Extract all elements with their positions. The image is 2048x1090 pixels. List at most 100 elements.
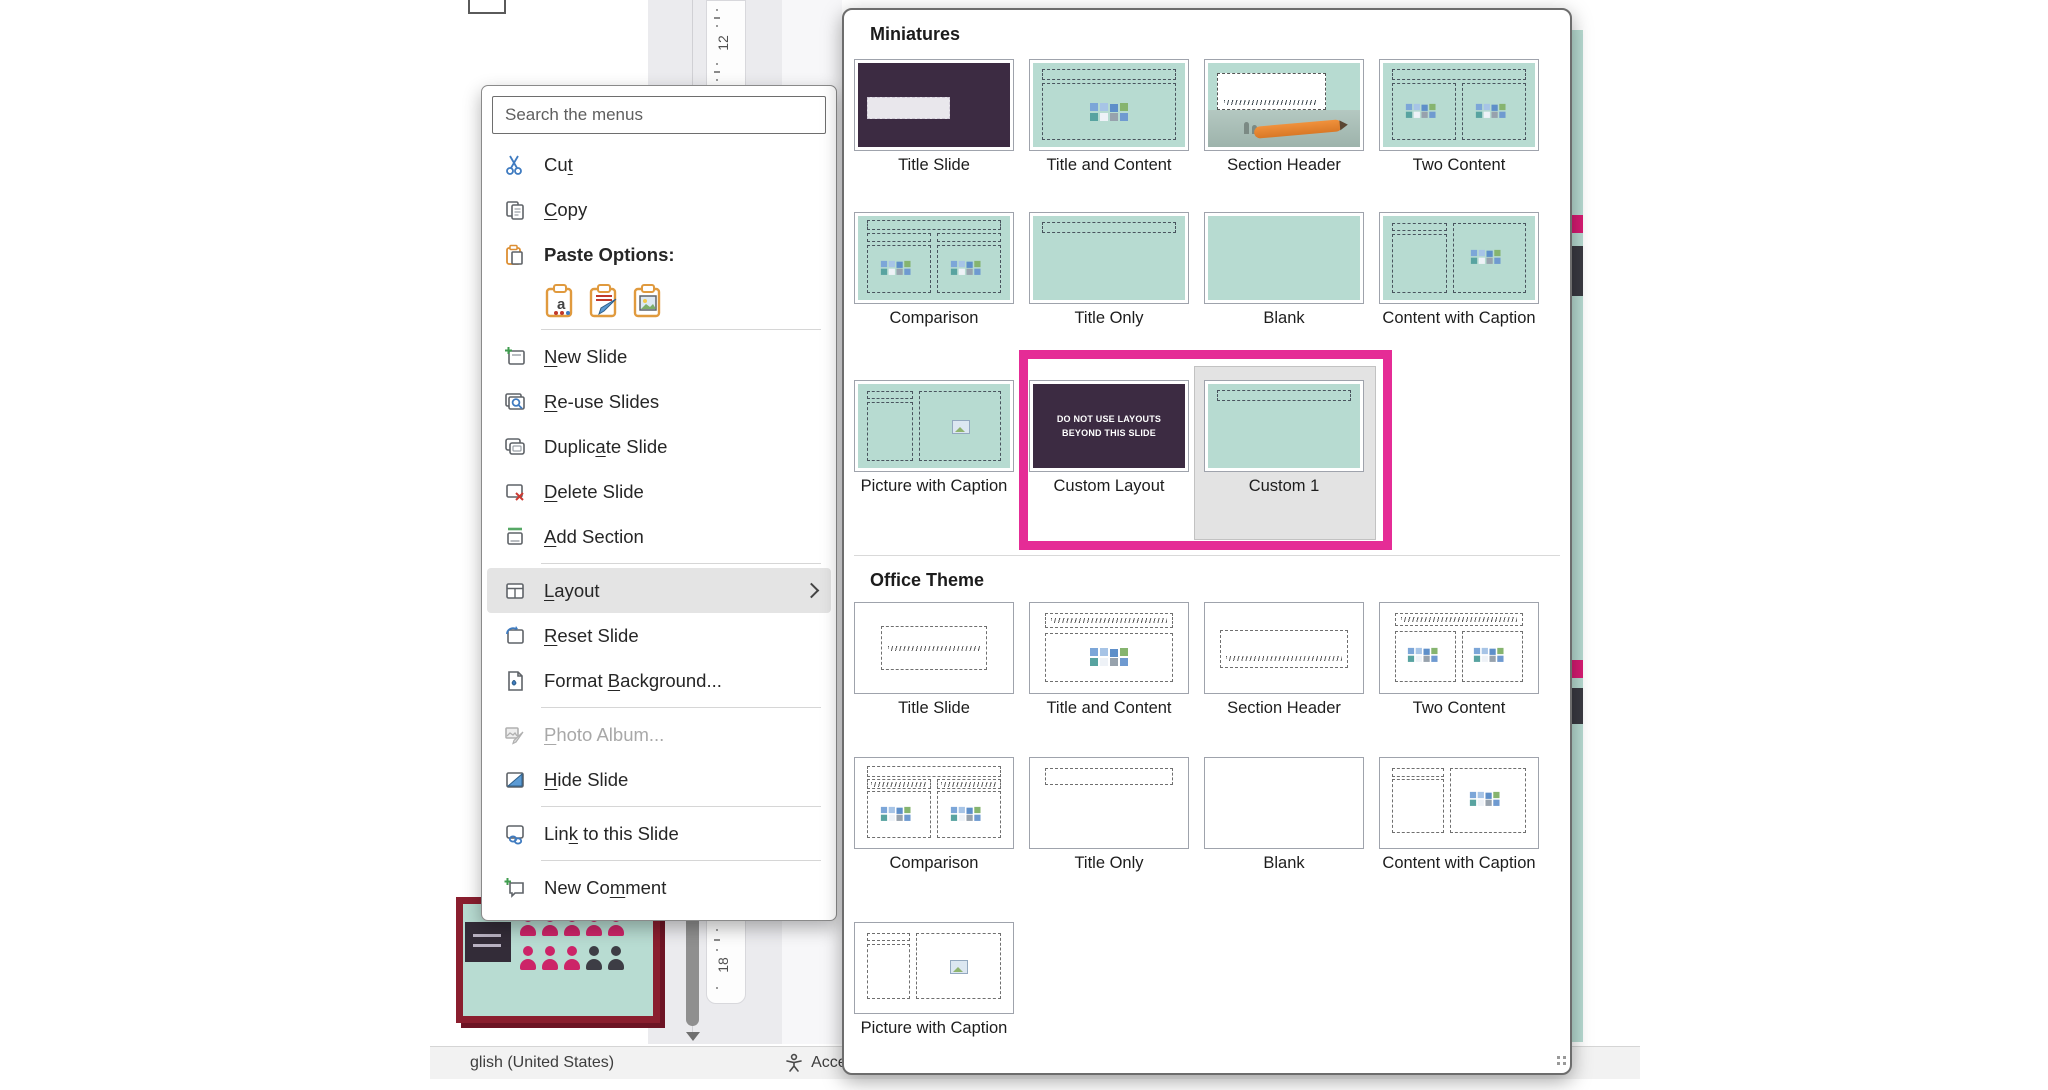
- thumbnail-label: Comparison: [854, 854, 1014, 873]
- menu-item-link-to-this-slide[interactable]: Link to this Slide: [487, 811, 831, 856]
- menu-separator: [541, 806, 821, 807]
- cut-icon: [502, 152, 528, 178]
- thumbnail-label: Comparison: [854, 309, 1014, 328]
- thumbnail-label: Blank: [1204, 309, 1364, 328]
- layout-office-title-and-content[interactable]: Title and Content: [1029, 602, 1189, 718]
- photo-album-icon: [502, 722, 528, 748]
- thumbnail-label: Content with Caption: [1379, 309, 1539, 328]
- thumbnail-label: Title Slide: [854, 699, 1014, 718]
- reuse-slides-icon: [502, 389, 528, 415]
- thumbnail-label: Title Slide: [854, 156, 1014, 175]
- layout-icon: [502, 578, 528, 604]
- context-menu: Cut Copy Paste Options: a: [481, 85, 837, 921]
- paste-options-row: a: [487, 277, 831, 325]
- thumbnail-label: Title and Content: [1029, 156, 1189, 175]
- layout-miniature-two-content[interactable]: Two Content: [1379, 59, 1539, 175]
- thumbnail-label: Section Header: [1204, 156, 1364, 175]
- format-background-icon: [502, 668, 528, 694]
- thumbnail-label: Two Content: [1379, 699, 1539, 718]
- layout-office-section-header[interactable]: Section Header: [1204, 602, 1364, 718]
- background-slide-sliver: [1571, 30, 1583, 1042]
- thumbnail-label: Picture with Caption: [854, 1019, 1014, 1038]
- menu-separator: [541, 563, 821, 564]
- thumbnail-label: Title Only: [1029, 309, 1189, 328]
- add-section-icon: [502, 524, 528, 550]
- layout-miniature-title-only[interactable]: Title Only: [1029, 212, 1189, 328]
- submenu-arrow-icon: [804, 583, 820, 599]
- layout-miniature-section-header[interactable]: Section Header: [1204, 59, 1364, 175]
- ruler-number: 18: [715, 957, 731, 973]
- menu-item-cut[interactable]: Cut: [487, 142, 831, 187]
- background-fragment: [1571, 246, 1583, 296]
- thumbnail-label: Picture with Caption: [854, 477, 1014, 496]
- layout-office-two-content[interactable]: Two Content: [1379, 602, 1539, 718]
- hide-slide-icon: [502, 767, 528, 793]
- background-fragment: [1571, 688, 1583, 724]
- layout-miniature-picture-with-caption[interactable]: Picture with Caption: [854, 380, 1014, 496]
- search-input[interactable]: [492, 96, 826, 134]
- menu-item-duplicate-slide[interactable]: Duplicate Slide: [487, 424, 831, 469]
- paste-picture-icon[interactable]: [632, 283, 664, 319]
- menu-item-add-section[interactable]: Add Section: [487, 514, 831, 559]
- menu-separator: [541, 707, 821, 708]
- menu-item-delete-slide[interactable]: Delete Slide: [487, 469, 831, 514]
- powerpoint-window: 12 16 18 ‹ glish (Uni: [0, 0, 2048, 1090]
- layout-miniature-custom-layout[interactable]: DO NOT USE LAYOUTS BEYOND THIS SLIDE Cus…: [1029, 380, 1189, 496]
- background-ui-fragment: [468, 0, 506, 14]
- menu-item-reset-slide[interactable]: Reset Slide: [487, 613, 831, 658]
- layout-office-picture-with-caption[interactable]: Picture with Caption: [854, 922, 1014, 1038]
- thumbnail-label: Section Header: [1204, 699, 1364, 718]
- menu-item-hide-slide[interactable]: Hide Slide: [487, 757, 831, 802]
- person-icon: [585, 946, 602, 970]
- section-title-office-theme: Office Theme: [870, 570, 984, 591]
- ruler-number: 12: [715, 35, 731, 51]
- thumbnail-label: Custom Layout: [1029, 477, 1189, 496]
- svg-text:a: a: [557, 296, 566, 313]
- paste-icon: [502, 242, 528, 268]
- layout-office-content-with-caption[interactable]: Content with Caption: [1379, 757, 1539, 873]
- menu-item-reuse-slides[interactable]: Re-use Slides: [487, 379, 831, 424]
- language-status[interactable]: glish (United States): [470, 1054, 614, 1072]
- paste-use-destination-theme-icon[interactable]: [588, 283, 620, 319]
- layout-miniature-comparison[interactable]: Comparison: [854, 212, 1014, 328]
- menu-item-paste-options: Paste Options:: [487, 232, 831, 277]
- copy-icon: [502, 197, 528, 223]
- resize-grip[interactable]: [1557, 1062, 1560, 1065]
- layout-miniature-blank[interactable]: Blank: [1204, 212, 1364, 328]
- thumbnail-label: Content with Caption: [1379, 854, 1539, 873]
- layout-flyout-panel: Miniatures Title Slide Title and Content…: [842, 8, 1572, 1075]
- section-title-miniatures: Miniatures: [870, 24, 960, 45]
- layout-office-blank[interactable]: Blank: [1204, 757, 1364, 873]
- thumbnail-label: Two Content: [1379, 156, 1539, 175]
- thumbnail-label: Title Only: [1029, 854, 1189, 873]
- layout-office-comparison[interactable]: Comparison: [854, 757, 1014, 873]
- background-fragment: [1571, 215, 1583, 233]
- menu-item-copy[interactable]: Copy: [487, 187, 831, 232]
- menu-item-new-comment[interactable]: New Comment: [487, 865, 831, 910]
- layout-miniature-content-with-caption[interactable]: Content with Caption: [1379, 212, 1539, 328]
- thumbnail-label: Custom 1: [1204, 477, 1364, 496]
- background-fragment: [1571, 660, 1583, 678]
- thumbnail-label: Title and Content: [1029, 699, 1189, 718]
- new-comment-icon: [502, 875, 528, 901]
- menu-item-new-slide[interactable]: New Slide: [487, 334, 831, 379]
- delete-slide-icon: [502, 479, 528, 505]
- menu-item-photo-album: Photo Album...: [487, 712, 831, 757]
- scrollbar-down-arrow[interactable]: [686, 1032, 700, 1041]
- menu-item-layout[interactable]: Layout: [487, 568, 831, 613]
- layout-office-title-slide[interactable]: Title Slide: [854, 602, 1014, 718]
- paste-keep-source-formatting-icon[interactable]: a: [544, 283, 576, 319]
- custom-layout-warning-text: DO NOT USE LAYOUTS BEYOND THIS SLIDE: [1033, 384, 1185, 468]
- menu-separator: [541, 329, 821, 330]
- menu-item-format-background[interactable]: Format Background...: [487, 658, 831, 703]
- thumbnail-label: Blank: [1204, 854, 1364, 873]
- accessibility-icon: [784, 1053, 804, 1073]
- person-icon: [541, 946, 558, 970]
- link-icon: [502, 821, 528, 847]
- layout-miniature-title-and-content[interactable]: Title and Content: [1029, 59, 1189, 175]
- person-icon: [563, 946, 580, 970]
- layout-miniature-title-slide[interactable]: Title Slide: [854, 59, 1014, 175]
- layout-miniature-custom-1-selected[interactable]: Custom 1: [1204, 380, 1364, 496]
- section-divider: [854, 555, 1560, 556]
- layout-office-title-only[interactable]: Title Only: [1029, 757, 1189, 873]
